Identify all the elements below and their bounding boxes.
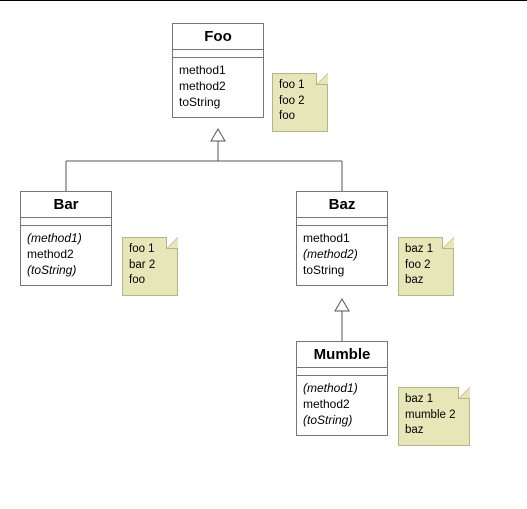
class-baz: Baz method1 (method2) toString xyxy=(296,191,388,286)
note-baz: baz 1 foo 2 baz xyxy=(398,237,454,296)
class-bar-methods: (method1) method2 (toString) xyxy=(21,226,111,285)
class-baz-attr-section xyxy=(297,218,387,226)
class-foo-name: Foo xyxy=(173,24,263,50)
class-bar-method: method2 xyxy=(27,246,105,262)
class-baz-method: (method2) xyxy=(303,246,381,262)
class-mumble-attr-section xyxy=(297,368,387,376)
note-line: baz 1 xyxy=(405,392,463,408)
note-fold-icon xyxy=(166,237,178,249)
note-line: foo 1 xyxy=(129,242,171,258)
class-foo-methods: method1 method2 toString xyxy=(173,58,263,117)
class-baz-name: Baz xyxy=(297,192,387,218)
class-baz-methods: method1 (method2) toString xyxy=(297,226,387,285)
note-fold-icon xyxy=(442,237,454,249)
note-line: bar 2 xyxy=(129,258,171,274)
note-fold-icon xyxy=(458,387,470,399)
class-baz-method: method1 xyxy=(303,230,381,246)
class-bar: Bar (method1) method2 (toString) xyxy=(20,191,112,286)
note-line: foo 1 xyxy=(279,78,321,94)
note-line: foo 2 xyxy=(405,258,447,274)
class-foo: Foo method1 method2 toString xyxy=(172,23,264,118)
class-bar-name: Bar xyxy=(21,192,111,218)
class-foo-method: toString xyxy=(179,94,257,110)
note-line: baz xyxy=(405,423,463,439)
class-foo-attr-section xyxy=(173,50,263,58)
class-bar-attr-section xyxy=(21,218,111,226)
note-fold-icon xyxy=(316,73,328,85)
note-line: mumble 2 xyxy=(405,408,463,424)
class-mumble-methods: (method1) method2 (toString) xyxy=(297,376,387,435)
note-line: baz 1 xyxy=(405,242,447,258)
class-bar-method: (method1) xyxy=(27,230,105,246)
class-bar-method: (toString) xyxy=(27,262,105,278)
note-line: baz xyxy=(405,273,447,289)
note-mumble: baz 1 mumble 2 baz xyxy=(398,387,470,446)
note-foo: foo 1 foo 2 foo xyxy=(272,73,328,132)
note-line: foo xyxy=(129,273,171,289)
note-line: foo xyxy=(279,109,321,125)
class-mumble-method: method2 xyxy=(303,396,381,412)
class-mumble-name: Mumble xyxy=(297,342,387,368)
class-foo-method: method1 xyxy=(179,62,257,78)
class-mumble: Mumble (method1) method2 (toString) xyxy=(296,341,388,436)
class-baz-method: toString xyxy=(303,262,381,278)
note-line: foo 2 xyxy=(279,94,321,110)
class-mumble-method: (method1) xyxy=(303,380,381,396)
note-bar: foo 1 bar 2 foo xyxy=(122,237,178,296)
class-foo-method: method2 xyxy=(179,78,257,94)
uml-canvas: Foo method1 method2 toString foo 1 foo 2… xyxy=(0,1,527,509)
class-mumble-method: (toString) xyxy=(303,412,381,428)
